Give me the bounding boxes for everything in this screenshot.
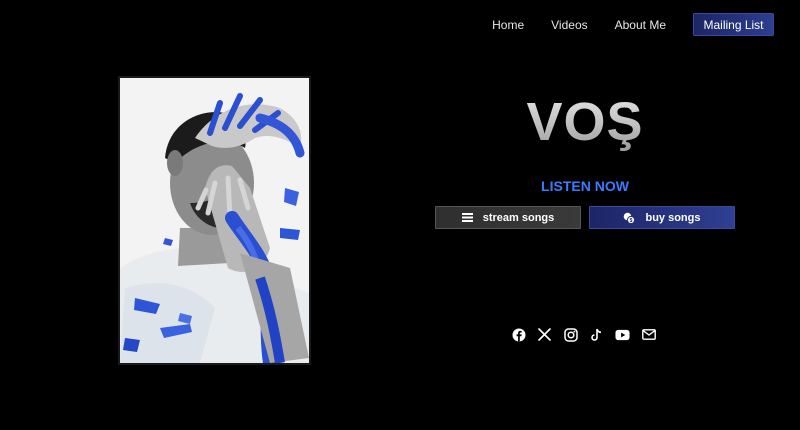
tiktok-icon[interactable]	[589, 327, 604, 342]
stream-songs-label: stream songs	[482, 211, 555, 224]
stream-songs-button[interactable]: stream songs	[435, 206, 581, 229]
artist-photo-image	[120, 78, 309, 363]
artist-photo	[118, 76, 311, 365]
instagram-icon[interactable]	[563, 327, 578, 342]
coins-icon: $	[623, 212, 636, 224]
listen-now-heading: LISTEN NOW	[541, 178, 629, 194]
buy-songs-label: buy songs	[645, 211, 701, 224]
facebook-icon[interactable]	[511, 327, 526, 342]
nav-home[interactable]: Home	[492, 18, 524, 32]
youtube-icon[interactable]	[615, 327, 630, 342]
mailing-list-button[interactable]: Mailing List	[693, 13, 774, 36]
mail-icon[interactable]	[641, 327, 656, 342]
list-icon	[461, 212, 473, 223]
social-links	[511, 327, 656, 342]
artist-logo: VOŞ	[485, 91, 685, 153]
nav-about-me[interactable]: About Me	[615, 18, 666, 32]
top-nav: Home Videos About Me Mailing List	[492, 13, 774, 36]
svg-text:$: $	[630, 218, 633, 224]
nav-videos[interactable]: Videos	[551, 18, 587, 32]
buy-songs-button[interactable]: $ buy songs	[589, 206, 735, 229]
x-icon[interactable]	[537, 327, 552, 342]
